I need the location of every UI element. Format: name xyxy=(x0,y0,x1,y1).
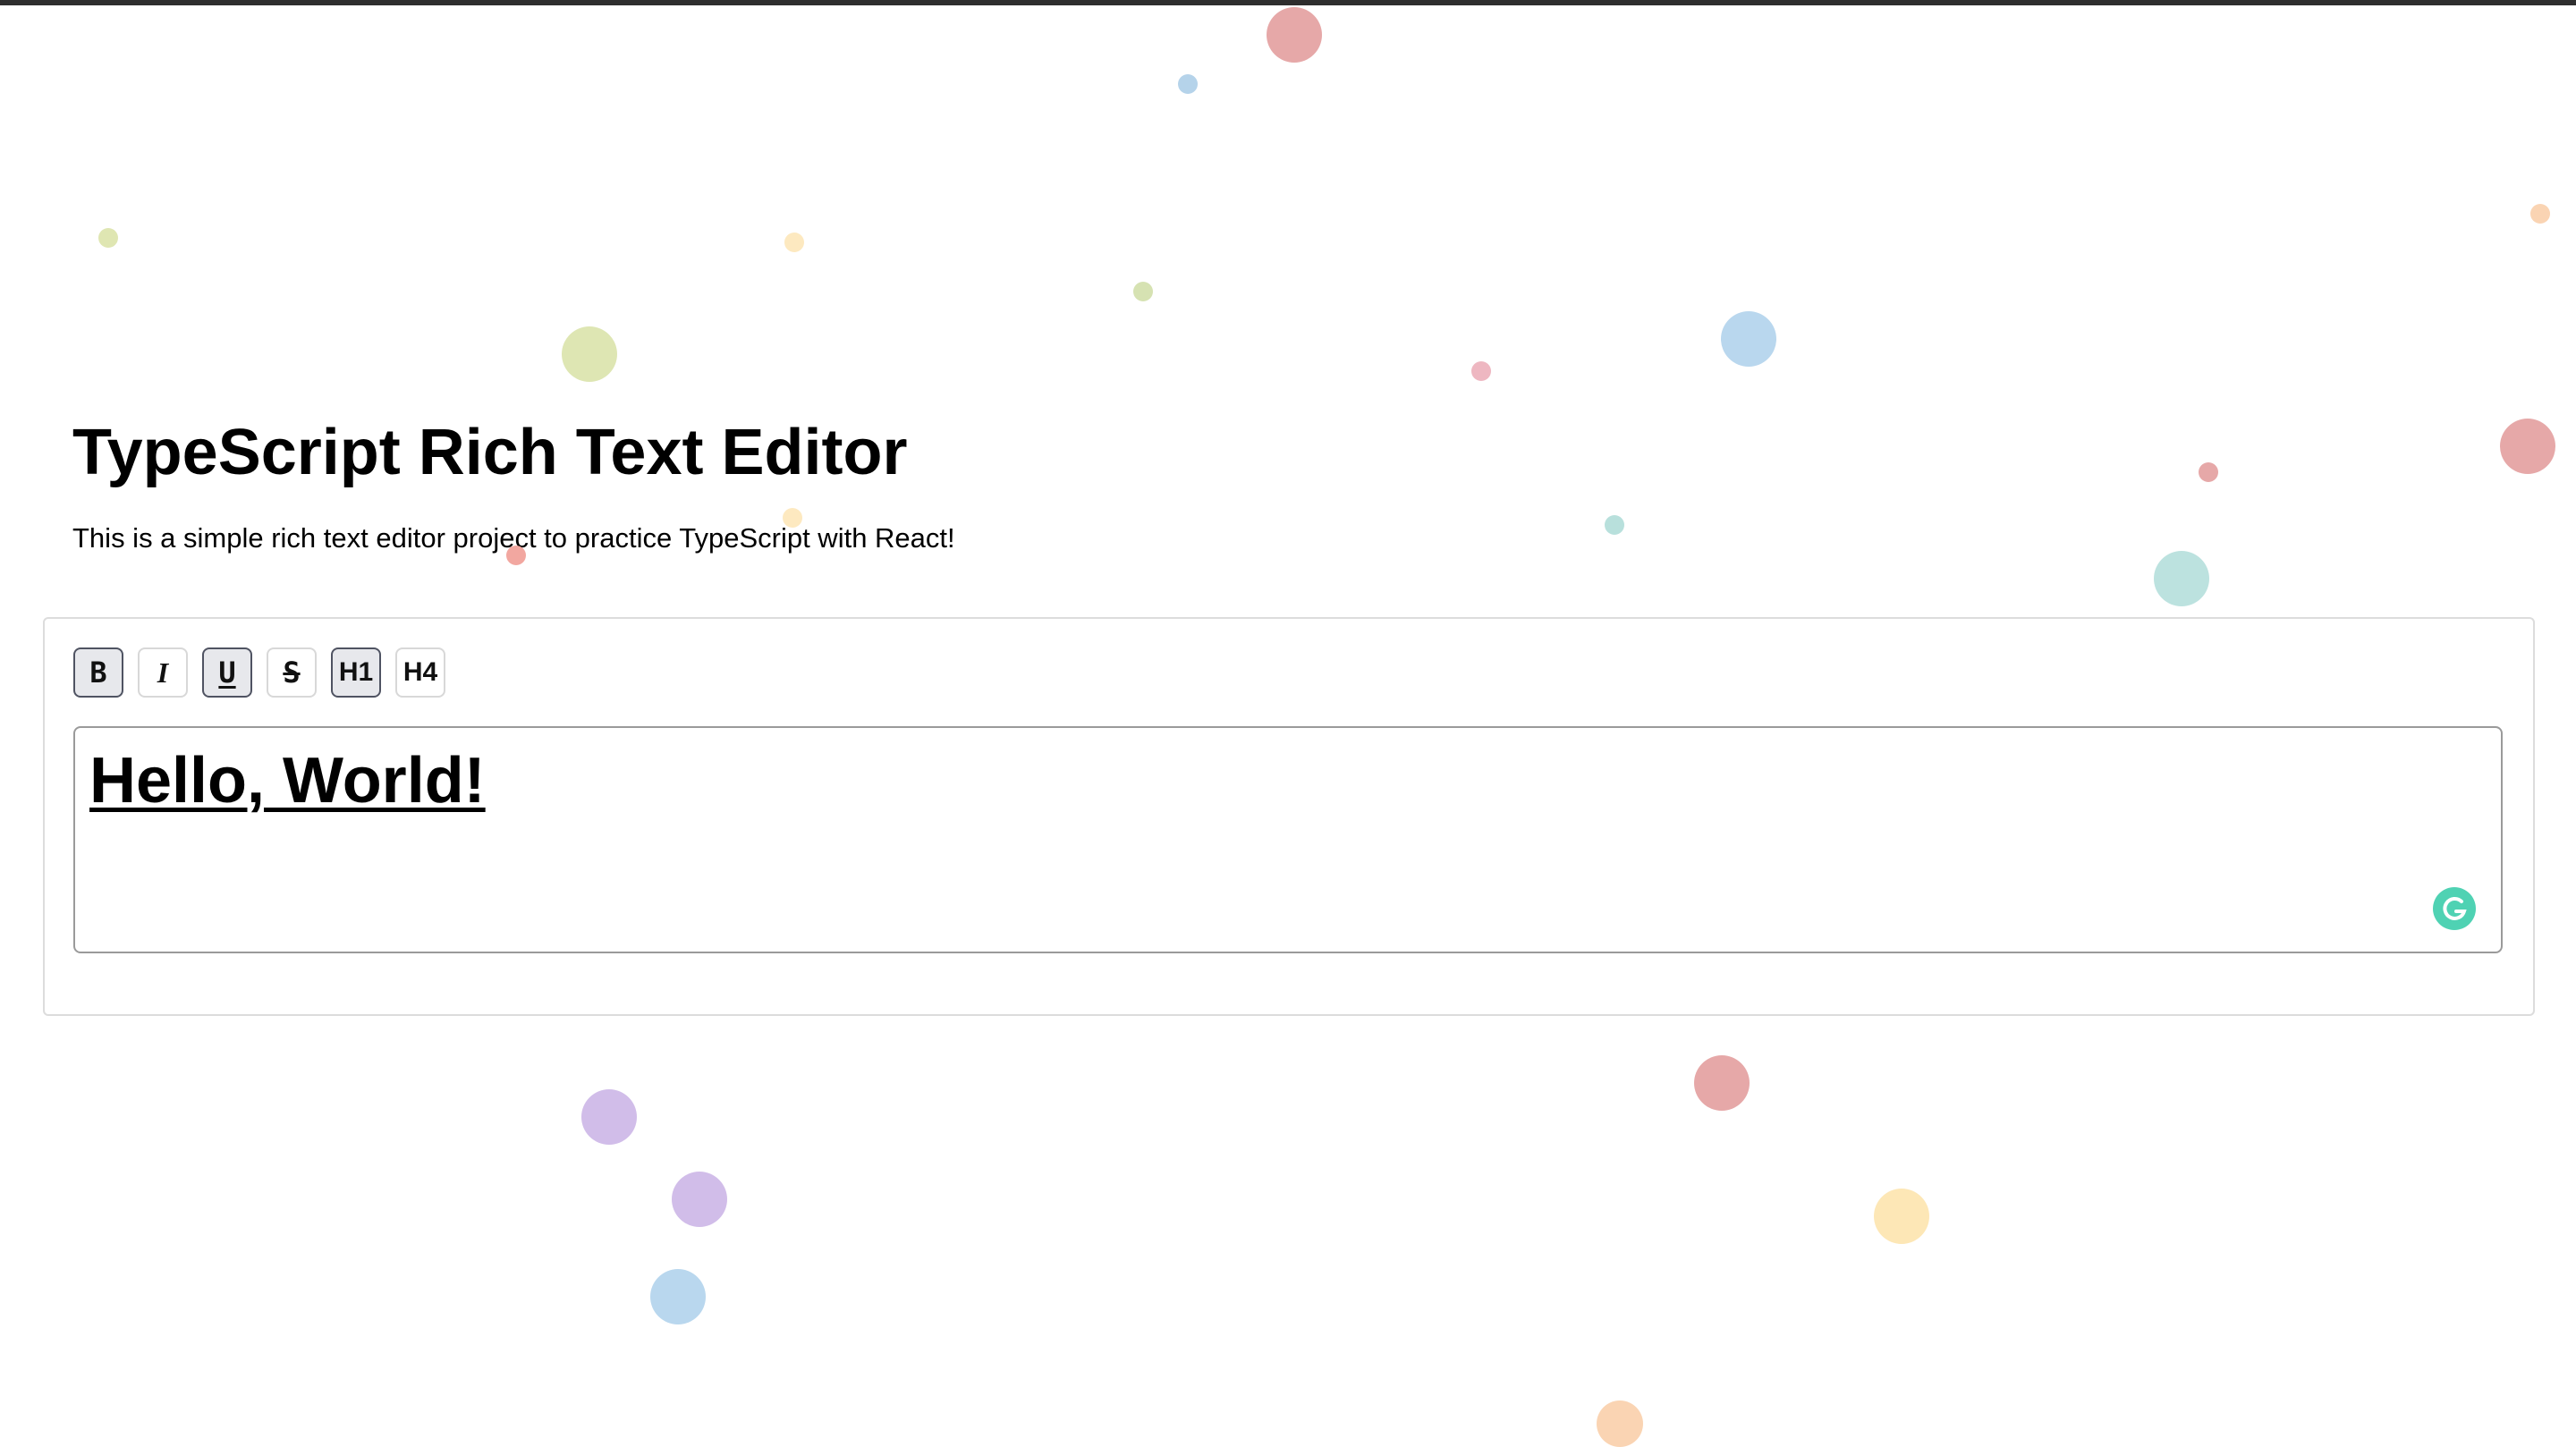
confetti-dot xyxy=(672,1172,727,1227)
confetti-dot xyxy=(1267,7,1322,63)
strikethrough-button[interactable]: S xyxy=(267,647,317,698)
confetti-dot xyxy=(784,233,804,252)
page-description: This is a simple rich text editor projec… xyxy=(72,522,955,554)
underline-icon: U xyxy=(218,656,236,690)
bold-icon: B xyxy=(89,656,107,690)
confetti-dot xyxy=(1597,1400,1643,1447)
confetti-dot xyxy=(2530,204,2550,224)
heading-4-label: H4 xyxy=(402,657,438,687)
editor-heading-text[interactable]: Hello, World! xyxy=(89,740,486,821)
confetti-dot xyxy=(562,326,617,382)
confetti-dot xyxy=(1178,74,1198,94)
heading-4-button[interactable]: H4 xyxy=(395,647,445,698)
confetti-dot xyxy=(2154,551,2209,606)
heading-1-button[interactable]: H1 xyxy=(331,647,381,698)
editor-content-area[interactable]: Hello, World! xyxy=(73,726,2503,953)
confetti-dot xyxy=(2199,462,2218,482)
page-title: TypeScript Rich Text Editor xyxy=(72,417,908,488)
formatting-toolbar: B I U S H1 H4 xyxy=(73,647,445,698)
underline-button[interactable]: U xyxy=(202,647,252,698)
bold-button[interactable]: B xyxy=(73,647,123,698)
strikethrough-icon: S xyxy=(283,656,301,690)
confetti-dot xyxy=(1133,282,1153,301)
confetti-dot xyxy=(98,228,118,248)
italic-icon: I xyxy=(157,656,169,689)
confetti-dot xyxy=(2500,419,2555,474)
confetti-dot xyxy=(1605,515,1624,535)
confetti-dot xyxy=(1874,1189,1929,1244)
confetti-dot xyxy=(1721,311,1776,367)
window-top-border xyxy=(0,0,2576,5)
confetti-dot xyxy=(1471,361,1491,381)
confetti-dot xyxy=(1694,1055,1750,1111)
grammarly-icon[interactable] xyxy=(2433,887,2476,930)
heading-1-label: H1 xyxy=(338,657,374,687)
confetti-dot xyxy=(581,1089,637,1145)
italic-button[interactable]: I xyxy=(138,647,188,698)
editor-card: B I U S H1 H4 Hello, World! xyxy=(43,617,2535,1016)
confetti-dot xyxy=(650,1269,706,1324)
